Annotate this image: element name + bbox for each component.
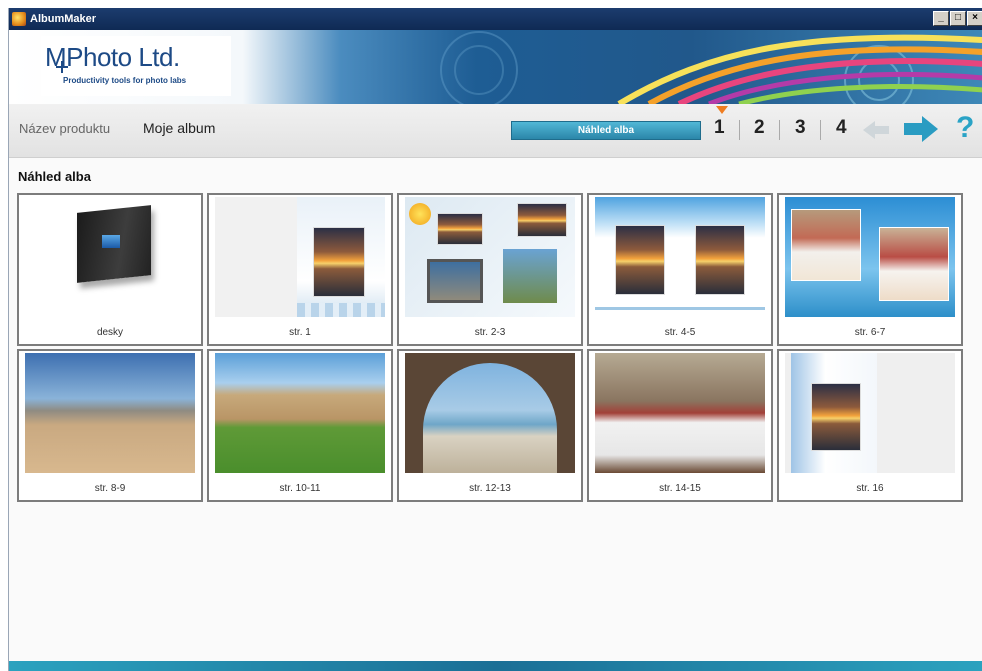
page-thumbnail bbox=[785, 353, 955, 473]
page-tile[interactable]: str. 1 bbox=[207, 193, 393, 346]
page-tile[interactable]: str. 2-3 bbox=[397, 193, 583, 346]
step-4[interactable]: 4 bbox=[836, 117, 847, 139]
page-tile[interactable]: str. 16 bbox=[777, 349, 963, 502]
close-button[interactable]: × bbox=[967, 11, 982, 26]
page-label: desky bbox=[96, 327, 124, 338]
title-bar[interactable]: AlbumMaker _ □ × bbox=[9, 8, 982, 30]
window-title: AlbumMaker bbox=[30, 13, 97, 25]
active-step-marker-icon bbox=[716, 106, 728, 114]
page-tile[interactable]: str. 4-5 bbox=[587, 193, 773, 346]
page-label: str. 12-13 bbox=[469, 483, 511, 494]
page-thumbnail bbox=[595, 353, 765, 473]
step-1[interactable]: 1 bbox=[714, 117, 725, 139]
page-tile[interactable]: str. 12-13 bbox=[397, 349, 583, 502]
page-label: str. 2-3 bbox=[474, 327, 506, 338]
help-icon[interactable]: ? bbox=[956, 111, 974, 145]
page-thumbnail bbox=[25, 197, 195, 317]
page-tile[interactable]: str. 6-7 bbox=[777, 193, 963, 346]
step-divider bbox=[739, 120, 740, 140]
product-name-label: Název produktu bbox=[19, 121, 111, 136]
app-icon bbox=[12, 12, 26, 26]
logo-text: MPhoto Ltd. bbox=[45, 42, 180, 72]
company-logo: MPhoto Ltd. Productivity tools for photo… bbox=[41, 36, 231, 96]
product-name-value: Moje album bbox=[143, 120, 216, 136]
back-arrow-icon[interactable] bbox=[861, 119, 891, 141]
page-label: str. 6-7 bbox=[854, 327, 886, 338]
toolbar: Název produktu Moje album Náhled alba 1 … bbox=[9, 104, 982, 158]
page-thumbnail bbox=[405, 353, 575, 473]
page-thumbnail bbox=[25, 353, 195, 473]
step-divider bbox=[779, 120, 780, 140]
section-title: Náhled alba bbox=[18, 169, 91, 184]
page-tile[interactable]: str. 10-11 bbox=[207, 349, 393, 502]
page-thumbnail bbox=[215, 353, 385, 473]
album-pages-grid: desky str. 1 str. 2-3 str. 4-5 str. 6-7 … bbox=[17, 193, 975, 502]
page-label: str. 14-15 bbox=[659, 483, 701, 494]
page-thumbnail bbox=[785, 197, 955, 317]
page-tile[interactable]: str. 14-15 bbox=[587, 349, 773, 502]
window-controls: _ □ × bbox=[932, 11, 982, 26]
page-label: str. 10-11 bbox=[279, 483, 321, 494]
step-3[interactable]: 3 bbox=[795, 117, 806, 139]
page-thumbnail bbox=[595, 197, 765, 317]
header-banner: MPhoto Ltd. Productivity tools for photo… bbox=[9, 30, 982, 104]
bottom-bar bbox=[9, 661, 982, 671]
page-tile-cover[interactable]: desky bbox=[17, 193, 203, 346]
forward-arrow-icon[interactable] bbox=[902, 115, 940, 143]
step-2[interactable]: 2 bbox=[754, 117, 765, 139]
minimize-button[interactable]: _ bbox=[933, 11, 949, 26]
logo-tagline: Productivity tools for photo labs bbox=[63, 76, 187, 85]
page-label: str. 4-5 bbox=[664, 327, 696, 338]
page-tile[interactable]: str. 8-9 bbox=[17, 349, 203, 502]
maximize-button[interactable]: □ bbox=[950, 11, 966, 26]
step-divider bbox=[820, 120, 821, 140]
page-thumbnail bbox=[405, 197, 575, 317]
album-preview-button[interactable]: Náhled alba bbox=[511, 121, 701, 140]
page-label: str. 8-9 bbox=[94, 483, 126, 494]
app-window: AlbumMaker _ □ × MPhoto Ltd. Productivit… bbox=[8, 8, 982, 671]
page-thumbnail bbox=[215, 197, 385, 317]
page-label: str. 1 bbox=[289, 327, 311, 338]
page-label: str. 16 bbox=[856, 483, 884, 494]
